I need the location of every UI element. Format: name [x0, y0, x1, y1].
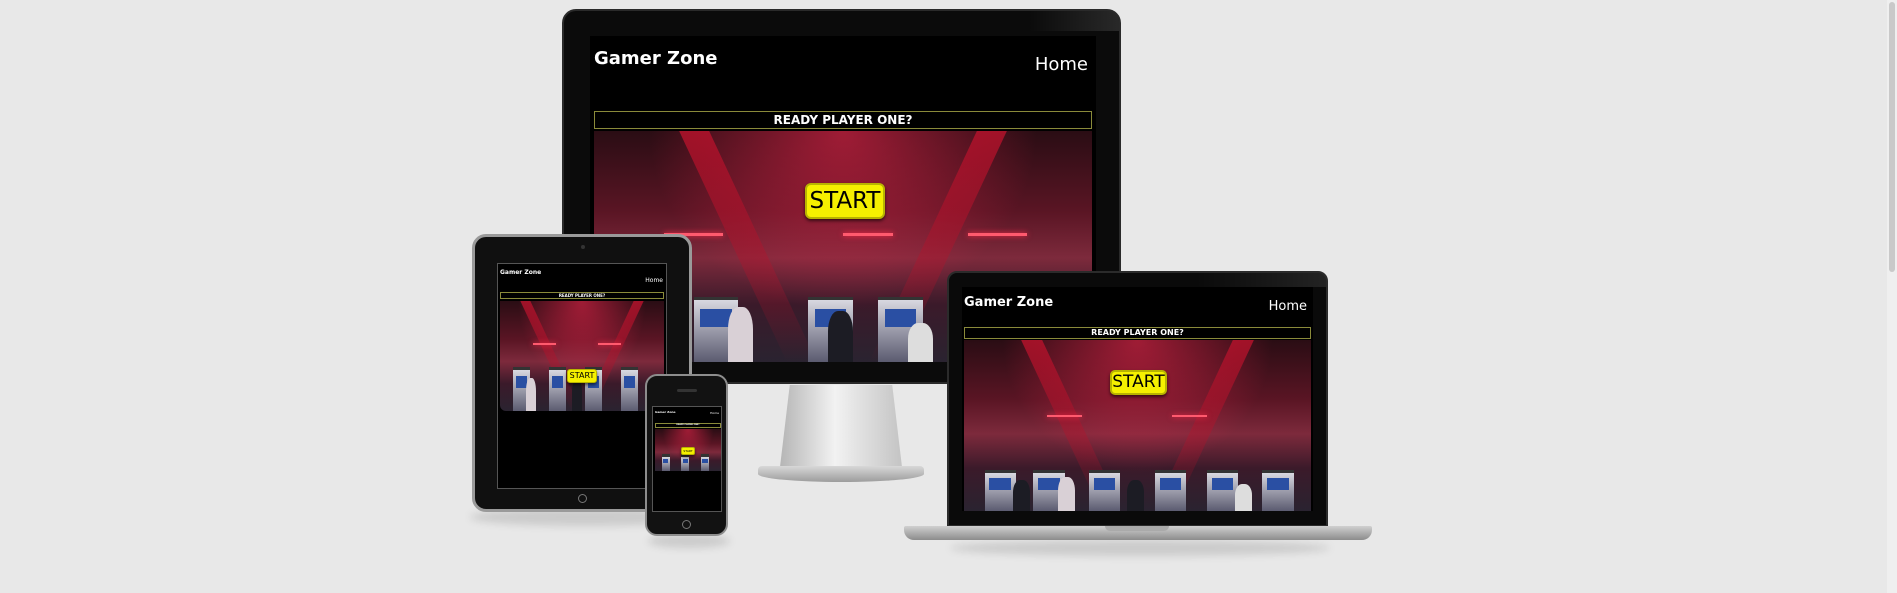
scrollbar-thumb[interactable]	[1889, 2, 1895, 272]
site-brand: Gamer Zone	[594, 48, 718, 69]
laptop-device: Gamer Zone Home READY PLAYER ONE? START	[947, 271, 1328, 527]
home-button-icon	[578, 494, 587, 503]
hero-image: START	[964, 340, 1311, 511]
hero-banner: READY PLAYER ONE?	[655, 423, 721, 428]
laptop-notch	[1105, 526, 1169, 531]
site-brand: Gamer Zone	[500, 269, 542, 276]
hero-image: START	[655, 429, 721, 471]
start-button[interactable]: START	[1110, 370, 1167, 395]
phone-device: Gamer Zone Home READY PLAYER ONE? START	[645, 374, 728, 536]
start-button[interactable]: START	[681, 447, 695, 455]
start-button[interactable]: START	[567, 369, 597, 383]
home-button-icon	[682, 520, 691, 529]
responsive-mockup: Gamer Zone Home READY PLAYER ONE? START	[0, 0, 1897, 593]
nav-home-link[interactable]: Home	[1035, 54, 1088, 75]
tablet-camera	[581, 245, 585, 249]
site-brand: Gamer Zone	[655, 410, 676, 414]
nav-home-link[interactable]: Home	[1269, 299, 1307, 314]
monitor-base	[758, 466, 924, 482]
tablet-site: Gamer Zone Home READY PLAYER ONE? START	[497, 263, 667, 489]
nav-home-link[interactable]: Home	[710, 411, 719, 415]
phone-speaker	[677, 389, 697, 392]
hero-banner: READY PLAYER ONE?	[964, 327, 1311, 339]
hero-banner: READY PLAYER ONE?	[500, 292, 664, 299]
start-button[interactable]: START	[805, 183, 885, 219]
monitor-stand	[780, 385, 902, 467]
site-brand: Gamer Zone	[964, 295, 1054, 310]
phone-shadow	[648, 534, 730, 548]
nav-home-link[interactable]: Home	[645, 277, 663, 284]
page-scrollbar[interactable]	[1887, 0, 1897, 593]
phone-site: Gamer Zone Home READY PLAYER ONE? START	[652, 406, 722, 512]
laptop-shadow	[950, 540, 1330, 556]
hero-banner: READY PLAYER ONE?	[594, 111, 1092, 129]
hero-image: START	[500, 301, 664, 411]
laptop-site: Gamer Zone Home READY PLAYER ONE? START	[962, 287, 1313, 511]
